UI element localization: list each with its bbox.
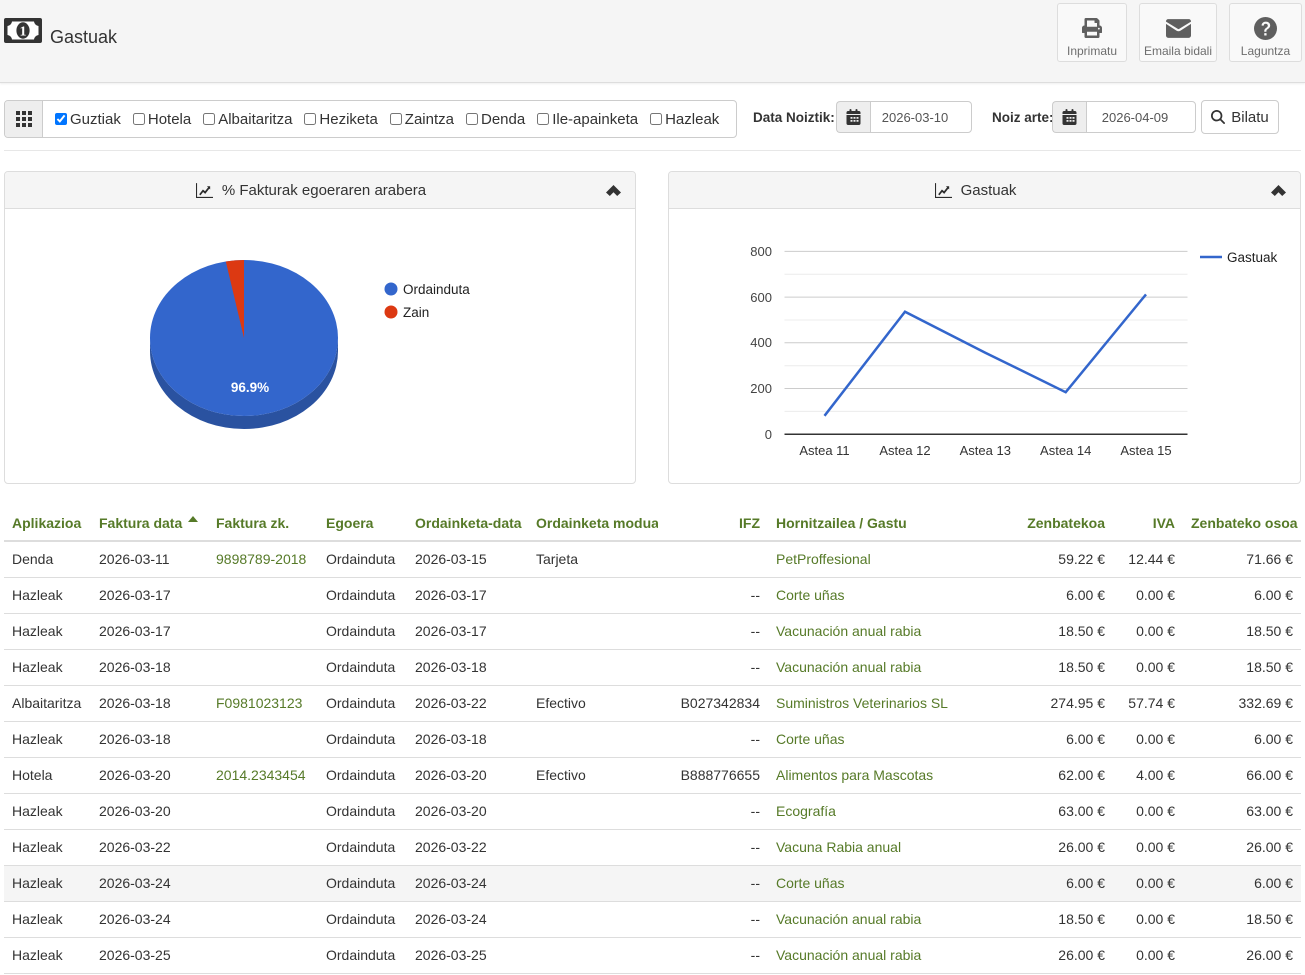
svg-text:Gastuak: Gastuak [1227,250,1278,265]
svg-text:800: 800 [750,244,772,259]
svg-text:0: 0 [765,427,772,442]
svg-text:600: 600 [750,290,772,305]
svg-text:Astea 11: Astea 11 [799,443,849,458]
svg-text:Ordainduta: Ordainduta [403,282,470,297]
svg-text:200: 200 [750,381,772,396]
svg-text:Astea 12: Astea 12 [879,443,930,458]
svg-text:Astea 14: Astea 14 [1040,443,1091,458]
svg-text:Astea 13: Astea 13 [960,443,1011,458]
svg-text:400: 400 [750,335,772,350]
svg-text:Zain: Zain [403,305,429,320]
svg-text:1: 1 [20,25,27,40]
svg-text:96.9%: 96.9% [231,380,269,395]
svg-text:Astea 15: Astea 15 [1120,443,1171,458]
